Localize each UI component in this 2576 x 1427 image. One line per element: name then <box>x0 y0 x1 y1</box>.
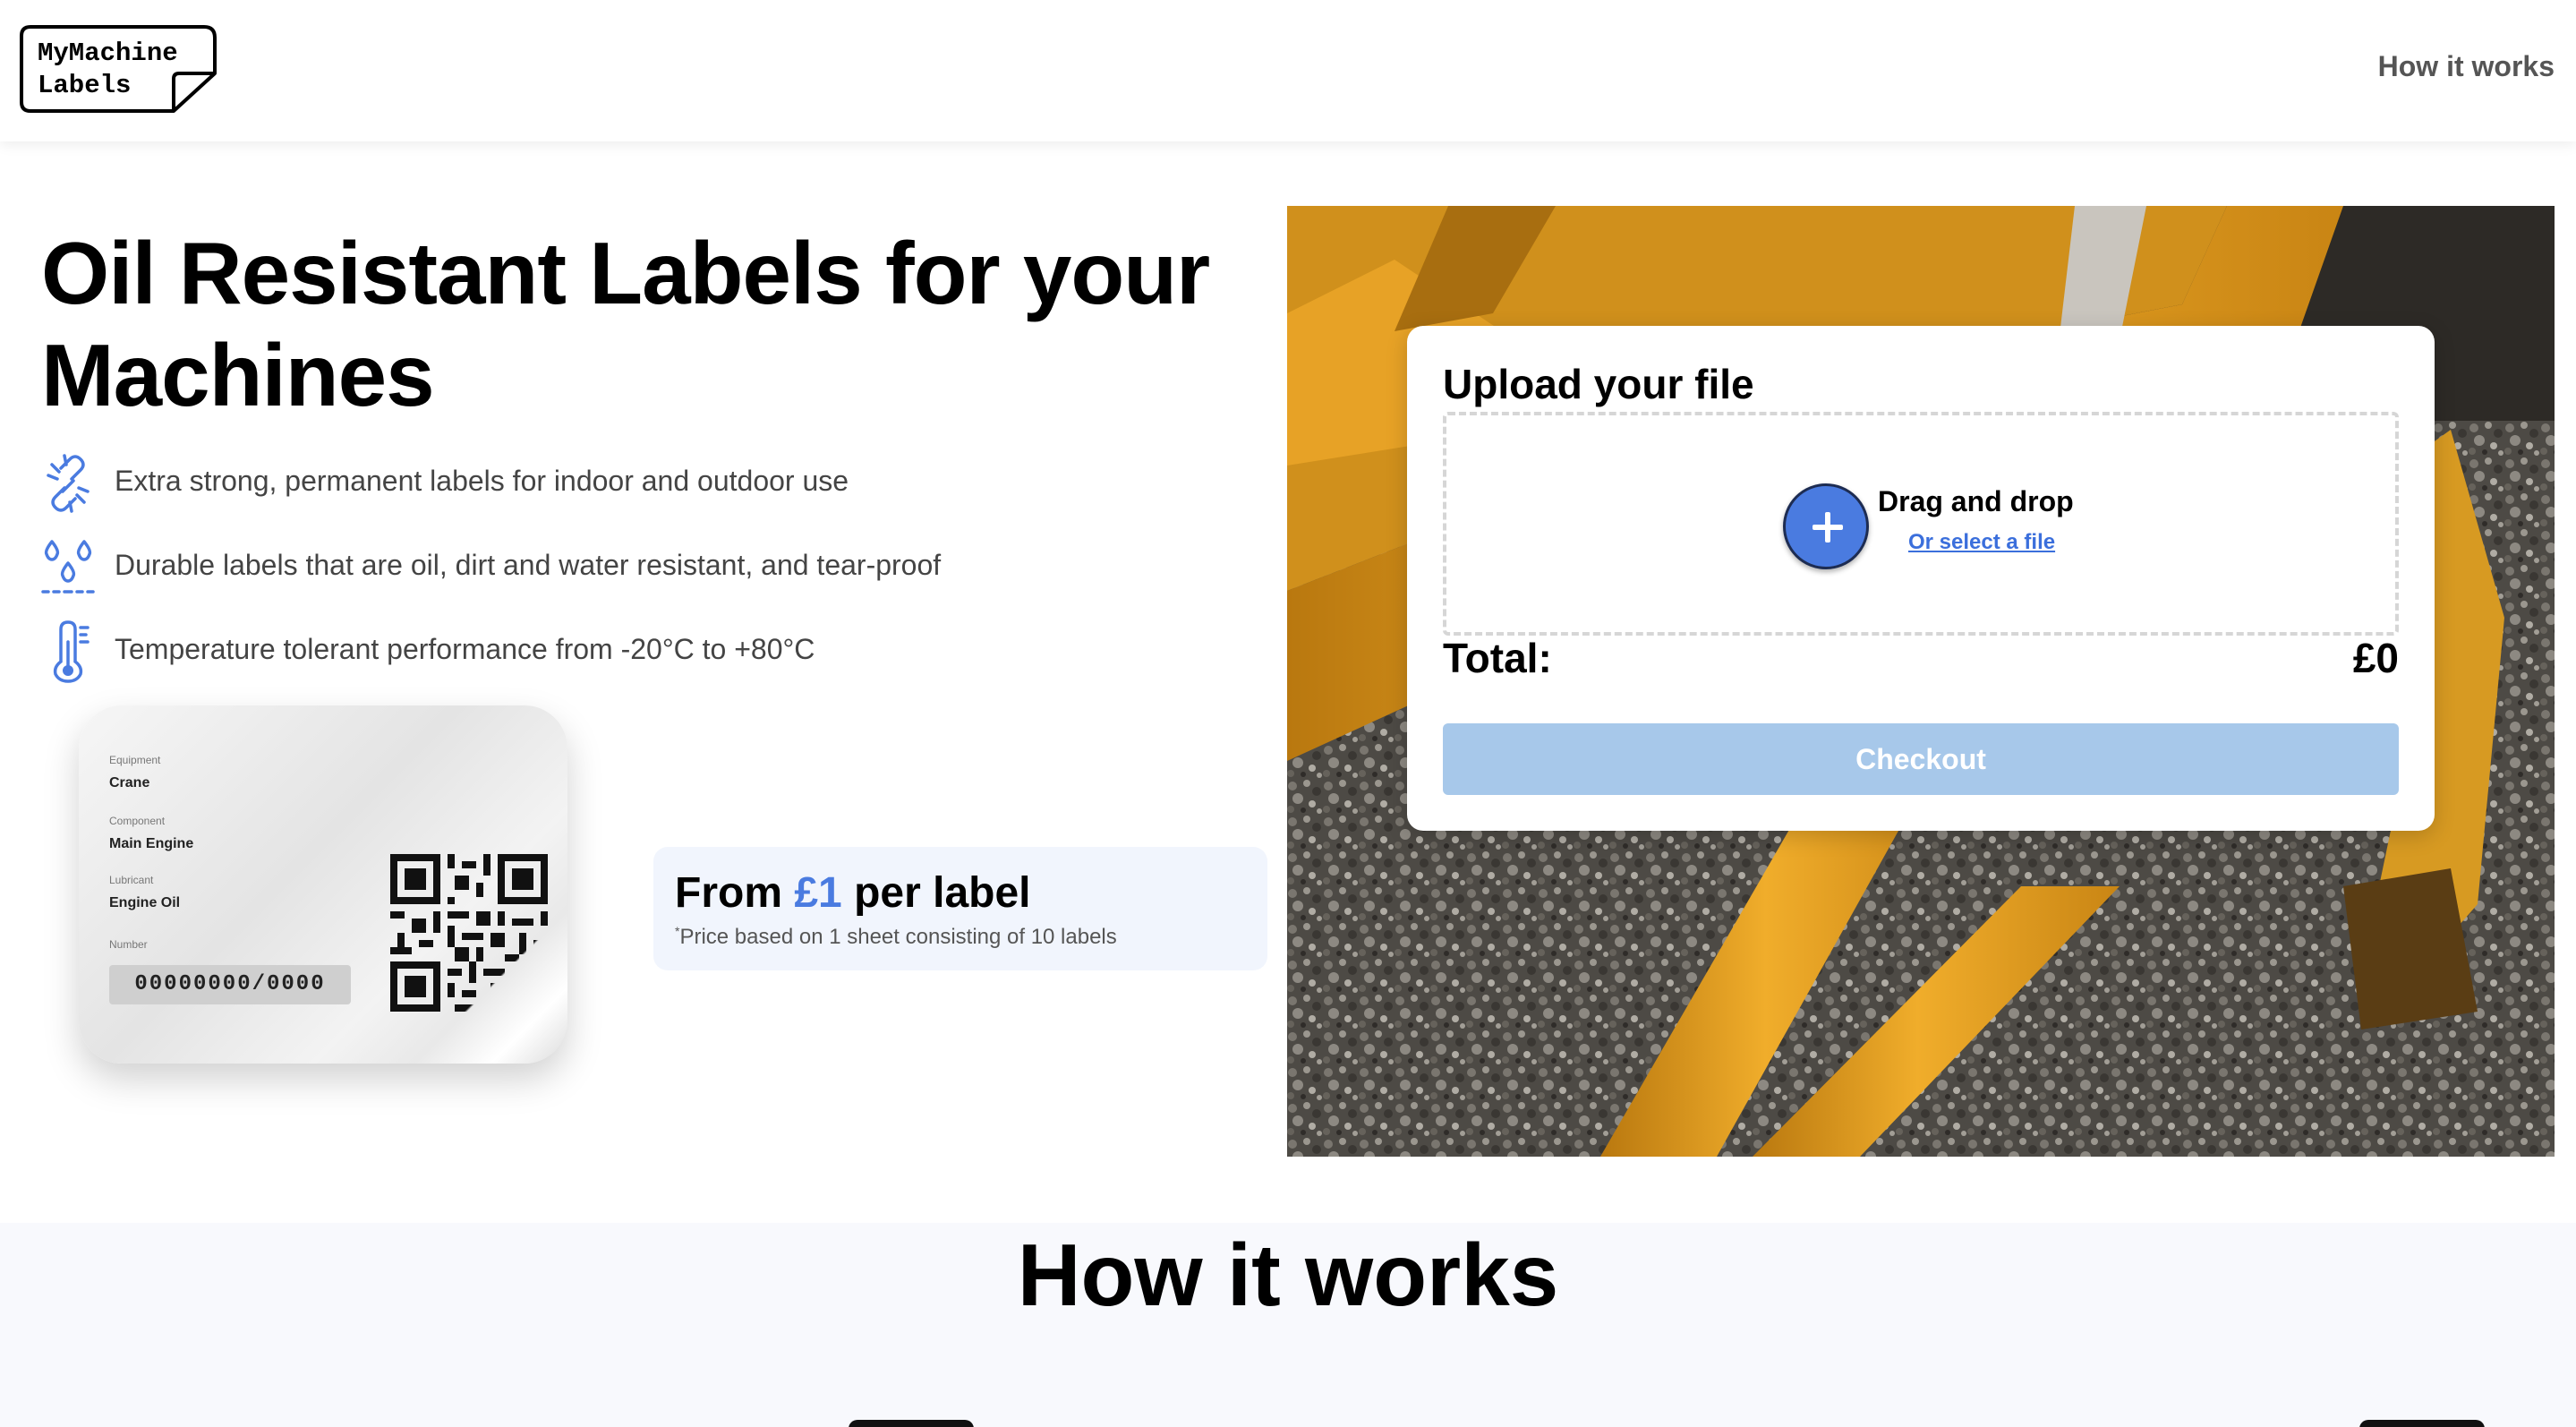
drag-and-drop-label: Drag and drop <box>1878 485 2074 517</box>
logo[interactable]: MyMachine Labels <box>20 25 217 113</box>
label-curl-corner <box>415 911 567 1064</box>
upload-title: Upload your file <box>1443 361 1754 407</box>
feature-item: Durable labels that are oil, dirt and wa… <box>39 536 1221 599</box>
label-component-field: Component Main Engine <box>109 815 193 852</box>
price-box: From £1 per label *Price based on 1 shee… <box>653 847 1267 970</box>
label-component-value: Main Engine <box>109 836 194 851</box>
logo-line-2: Labels <box>38 71 132 100</box>
label-equipment-caption: Equipment <box>109 754 161 766</box>
label-sample-image: Equipment Crane Component Main Engine Lu… <box>54 698 627 1092</box>
label-lubricant-caption: Lubricant <box>109 874 154 886</box>
logo-text: MyMachine Labels <box>38 38 178 102</box>
price-amount: £1 <box>794 869 842 917</box>
feature-item: Temperature tolerant performance from -2… <box>39 620 1221 683</box>
label-equipment-value: Crane <box>109 775 150 790</box>
thermometer-icon <box>53 620 90 683</box>
how-it-works-title: How it works <box>1017 1226 1559 1324</box>
upload-card: Upload your file Drag and drop Or select… <box>1407 326 2435 831</box>
how-it-works-step-tab <box>2359 1420 2485 1427</box>
label-lubricant-field: Lubricant Engine Oil <box>109 874 180 911</box>
total-value: £0 <box>2352 635 2399 681</box>
hero-title: Oil Resistant Labels for your Machines <box>41 224 1210 424</box>
feature-item: Extra strong, permanent labels for indoo… <box>39 452 1221 515</box>
link-icon <box>47 454 90 513</box>
label-lubricant-value: Engine Oil <box>109 895 181 910</box>
price-note-text: Price based on 1 sheet consisting of 10 … <box>679 925 1117 949</box>
total-label: Total: <box>1443 635 1552 681</box>
price-suffix: per label <box>841 869 1031 917</box>
price-note: *Price based on 1 sheet consisting of 10… <box>675 924 1117 950</box>
how-it-works-section: How it works <box>0 1223 2576 1427</box>
label-number-value: 00000000/0000 <box>109 965 351 1004</box>
feature-text: Temperature tolerant performance from -2… <box>115 633 815 665</box>
label-number-field: Number <box>109 938 148 951</box>
label-number-caption: Number <box>109 938 148 951</box>
label-card: Equipment Crane Component Main Engine Lu… <box>79 705 567 1064</box>
price-headline: From £1 per label <box>675 868 1030 918</box>
select-file-link[interactable]: Or select a file <box>1908 530 2055 555</box>
nav-how-it-works-link[interactable]: How it works <box>2378 50 2555 83</box>
water-drops-icon <box>41 540 95 594</box>
feature-text: Extra strong, permanent labels for indoo… <box>115 465 849 497</box>
feature-text: Durable labels that are oil, dirt and wa… <box>115 549 942 581</box>
add-file-plus-icon[interactable] <box>1783 483 1869 569</box>
label-component-caption: Component <box>109 815 166 827</box>
logo-line-1: MyMachine <box>38 38 178 68</box>
file-dropzone[interactable]: Drag and drop Or select a file <box>1443 412 2399 636</box>
site-header: MyMachine Labels How it works <box>0 0 2576 141</box>
price-prefix: From <box>675 869 795 917</box>
label-equipment-field: Equipment Crane <box>109 754 160 791</box>
checkout-button[interactable]: Checkout <box>1443 723 2399 795</box>
how-it-works-step-tab <box>849 1420 974 1427</box>
